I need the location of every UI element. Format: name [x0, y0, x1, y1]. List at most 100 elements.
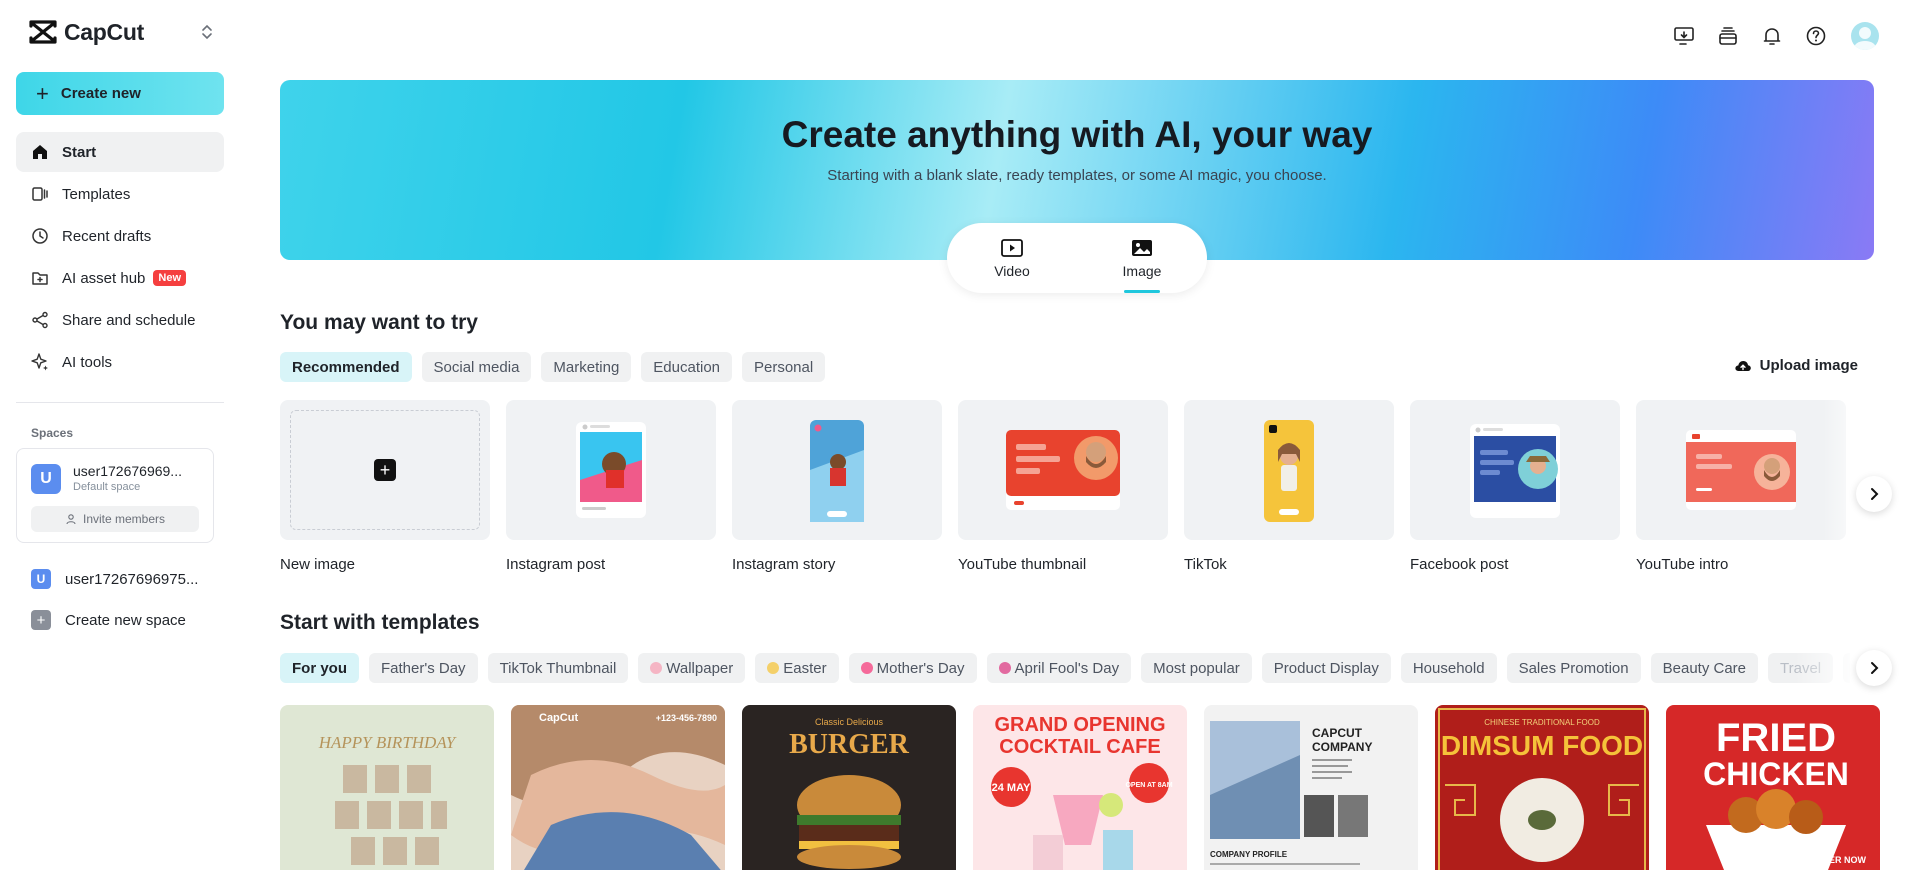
invite-members-button[interactable]: Invite members [31, 506, 199, 532]
chip-mothers-day[interactable]: Mother's Day [848, 653, 977, 683]
template-card[interactable]: HAPPY BIRTHDAY [280, 705, 494, 870]
chevron-updown-icon[interactable] [200, 22, 214, 42]
space-name: user172676969... [73, 463, 182, 479]
create-new-space-button[interactable]: + Create new space [31, 608, 186, 632]
chip-recommended[interactable]: Recommended [280, 352, 412, 382]
space-list-item[interactable]: U user17267696975... [31, 567, 198, 591]
template-chips-next-button[interactable] [1856, 650, 1892, 686]
plus-icon: + [374, 459, 396, 481]
user-avatar[interactable] [1851, 22, 1879, 50]
chip-for-you[interactable]: For you [280, 653, 359, 683]
template-filter-chips: For you Father's Day TikTok Thumbnail Wa… [280, 653, 1850, 683]
templates-section-title: Start with templates [280, 611, 480, 634]
template-company-preview: CAPCUT COMPANY COMPANY PROFILE [1204, 705, 1418, 870]
chip-sales-promotion[interactable]: Sales Promotion [1506, 653, 1641, 683]
template-text: OPEN AT 8AM [1125, 782, 1172, 789]
chip-easter[interactable]: Easter [755, 653, 839, 683]
chip-education[interactable]: Education [641, 352, 732, 382]
card-thumbnail [732, 400, 942, 540]
help-icon [1806, 26, 1826, 46]
sidebar-item-templates[interactable]: Templates [16, 174, 224, 214]
plus-icon: + [36, 80, 49, 106]
card-instagram-story[interactable]: Instagram story [732, 400, 942, 573]
help-button[interactable] [1803, 23, 1829, 49]
template-card[interactable]: CAPCUT COMPANY COMPANY PROFILE [1204, 705, 1418, 870]
home-icon [33, 145, 47, 159]
tab-image[interactable]: Image [1077, 223, 1207, 293]
card-thumbnail [1636, 400, 1846, 540]
chip-tiktok-thumbnail[interactable]: TikTok Thumbnail [487, 653, 629, 683]
invite-label: Invite members [82, 512, 166, 526]
card-tiktok[interactable]: TikTok [1184, 400, 1394, 573]
sidebar-item-recent-drafts[interactable]: Recent drafts [16, 216, 224, 256]
card-youtube-intro[interactable]: YouTube intro [1636, 400, 1846, 573]
template-text: COCKTAIL CAFE [999, 736, 1160, 758]
dropzone: + [290, 410, 480, 530]
template-text: CAPCUT [1312, 726, 1363, 740]
card-youtube-thumbnail[interactable]: YouTube thumbnail [958, 400, 1168, 573]
storage-button[interactable] [1715, 23, 1741, 49]
chip-label: Wallpaper [666, 659, 734, 677]
chip-more[interactable]: Fo [1843, 653, 1850, 683]
monitor-download-icon [1674, 27, 1694, 45]
clock-icon [32, 228, 48, 244]
chip-april-fools-day[interactable]: April Fool's Day [986, 653, 1132, 683]
new-badge: New [153, 270, 187, 286]
chip-beauty-care[interactable]: Beauty Care [1650, 653, 1759, 683]
sparkle-icon [31, 353, 48, 371]
template-text: HAPPY BIRTHDAY [318, 733, 457, 752]
logo[interactable]: CapCut [28, 18, 218, 46]
card-label: TikTok [1184, 556, 1227, 573]
create-new-button[interactable]: + Create new [16, 72, 224, 115]
tab-video[interactable]: Video [947, 223, 1077, 293]
tab-label: Image [1122, 263, 1162, 279]
template-text: 24 MAY [992, 782, 1031, 794]
chip-travel[interactable]: Travel [1768, 653, 1834, 683]
template-text: FRIED [1716, 716, 1836, 760]
upload-image-button[interactable]: Upload image [1734, 357, 1858, 374]
chip-marketing[interactable]: Marketing [541, 352, 632, 382]
chip-household[interactable]: Household [1400, 653, 1497, 683]
card-new-image[interactable]: + New image [280, 400, 490, 573]
tab-label: Video [994, 263, 1030, 279]
try-section-title: You may want to try [280, 311, 478, 334]
template-card[interactable]: GRAND OPENING COCKTAIL CAFE 24 MAY OPEN … [973, 705, 1187, 870]
spaces-heading: Spaces [31, 426, 74, 440]
current-space-card[interactable]: U user172676969... Default space Invite … [16, 448, 214, 543]
card-thumbnail [506, 400, 716, 540]
chip-label: Easter [783, 659, 827, 677]
template-card[interactable]: Classic Delicious BURGER [742, 705, 956, 870]
tiktok-illustration [1264, 420, 1314, 522]
plus-icon: + [31, 610, 51, 630]
cloud-upload-icon [1735, 360, 1751, 371]
chip-social-media[interactable]: Social media [421, 352, 532, 382]
sidebar-item-ai-tools[interactable]: AI tools [16, 342, 224, 382]
bell-icon [1763, 28, 1781, 45]
flower-icon [650, 662, 663, 674]
create-space-label: Create new space [65, 611, 186, 629]
chip-product-display[interactable]: Product Display [1261, 653, 1391, 683]
card-label: Facebook post [1410, 556, 1509, 573]
sidebar-item-share-schedule[interactable]: Share and schedule [16, 300, 224, 340]
chip-label: Mother's Day [876, 659, 965, 677]
space-subtitle: Default space [73, 481, 141, 493]
chip-fathers-day[interactable]: Father's Day [369, 653, 478, 683]
sidebar-item-ai-asset-hub[interactable]: AI asset hub New [16, 258, 224, 298]
space-avatar: U [31, 569, 51, 589]
download-desktop-button[interactable] [1671, 23, 1697, 49]
template-dimsum-preview: CHINESE TRADITIONAL FOOD DIMSUM FOOD [1435, 705, 1649, 870]
card-facebook-post[interactable]: Facebook post [1410, 400, 1620, 573]
card-label: YouTube intro [1636, 556, 1729, 573]
template-card[interactable]: FRIED CHICKEN ORDER NOW [1666, 705, 1880, 870]
template-text: BURGER [789, 729, 910, 760]
chip-wallpaper[interactable]: Wallpaper [638, 653, 746, 683]
chip-most-popular[interactable]: Most popular [1141, 653, 1252, 683]
cards-next-button[interactable] [1856, 476, 1892, 512]
template-card[interactable]: CHINESE TRADITIONAL FOOD DIMSUM FOOD [1435, 705, 1649, 870]
stack-icon [1719, 27, 1737, 45]
chip-personal[interactable]: Personal [742, 352, 826, 382]
sidebar-item-start[interactable]: Start [16, 132, 224, 172]
card-instagram-post[interactable]: Instagram post [506, 400, 716, 573]
template-card[interactable]: CapCut +123-456-7890 [511, 705, 725, 870]
notifications-button[interactable] [1759, 23, 1785, 49]
